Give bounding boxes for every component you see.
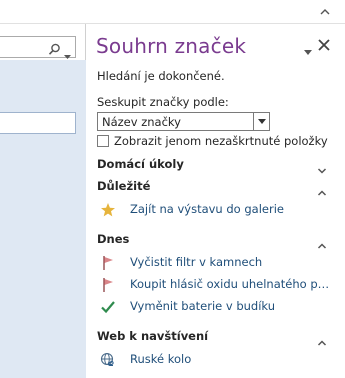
chevron-up-icon[interactable] xyxy=(317,332,327,346)
section-title: Web k navštívení xyxy=(97,329,209,343)
pane-title: Souhrn značek xyxy=(96,34,247,58)
tag-item[interactable]: Vyčistit filtr v kamnech xyxy=(100,254,332,272)
tag-item-text[interactable]: Koupit hlásič oxidu uhelnatého pro ... xyxy=(130,277,330,291)
close-icon[interactable] xyxy=(317,37,331,51)
tag-item-text[interactable]: Vyměnit baterie v budíku xyxy=(130,299,275,313)
unchecked-only-checkbox[interactable] xyxy=(97,135,109,147)
chevron-down-icon[interactable] xyxy=(317,160,327,174)
ribbon-strip xyxy=(0,0,345,24)
tag-item-text[interactable]: Vyčistit filtr v kamnech xyxy=(130,255,262,269)
tag-item-text[interactable]: Zajít na výstavu do galerie xyxy=(130,202,284,216)
section-header-today[interactable]: Dnes xyxy=(97,232,327,249)
page-title-field[interactable] xyxy=(0,112,76,134)
group-by-select[interactable]: Název značky xyxy=(97,112,270,131)
section-header-websites[interactable]: Web k navštívení xyxy=(97,329,327,346)
tag-item[interactable]: Koupit hlásič oxidu uhelnatého pro ... xyxy=(100,276,332,294)
section-header-homework[interactable]: Domácí úkoly xyxy=(97,157,327,174)
flag-icon xyxy=(100,255,116,271)
tag-item[interactable]: Ruské kolo xyxy=(100,351,332,369)
group-by-label: Seskupit značky podle: xyxy=(97,95,229,109)
notebook-page-area xyxy=(0,24,86,378)
section-title: Domácí úkoly xyxy=(97,157,184,171)
search-icon[interactable] xyxy=(48,41,61,60)
chevron-up-icon[interactable] xyxy=(317,182,327,196)
collapse-ribbon-icon[interactable] xyxy=(317,3,333,19)
page-tabs-band xyxy=(0,60,86,378)
section-title: Důležité xyxy=(97,179,151,193)
chevron-down-icon[interactable] xyxy=(253,113,269,130)
tags-summary-pane: Souhrn značek Hledání je dokončené. Sesk… xyxy=(86,24,345,378)
section-header-important[interactable]: Důležité xyxy=(97,179,327,196)
tag-item-text[interactable]: Ruské kolo xyxy=(130,352,191,366)
star-icon xyxy=(100,202,116,218)
checkmark-icon xyxy=(100,299,116,315)
unchecked-only-label: Zobrazit jenom nezaškrtnuté položky xyxy=(114,134,328,148)
search-input[interactable] xyxy=(0,36,76,60)
pane-options-dropdown-icon[interactable] xyxy=(303,42,313,55)
globe-link-icon xyxy=(100,352,116,368)
tag-item[interactable]: Zajít na výstavu do galerie xyxy=(100,201,332,219)
flag-icon xyxy=(100,277,116,293)
tag-item[interactable]: Vyměnit baterie v budíku xyxy=(100,298,332,316)
section-title: Dnes xyxy=(97,232,130,246)
search-status-text: Hledání je dokončené. xyxy=(97,69,225,83)
chevron-up-icon[interactable] xyxy=(317,235,327,249)
group-by-selected-value: Název značky xyxy=(102,115,181,129)
